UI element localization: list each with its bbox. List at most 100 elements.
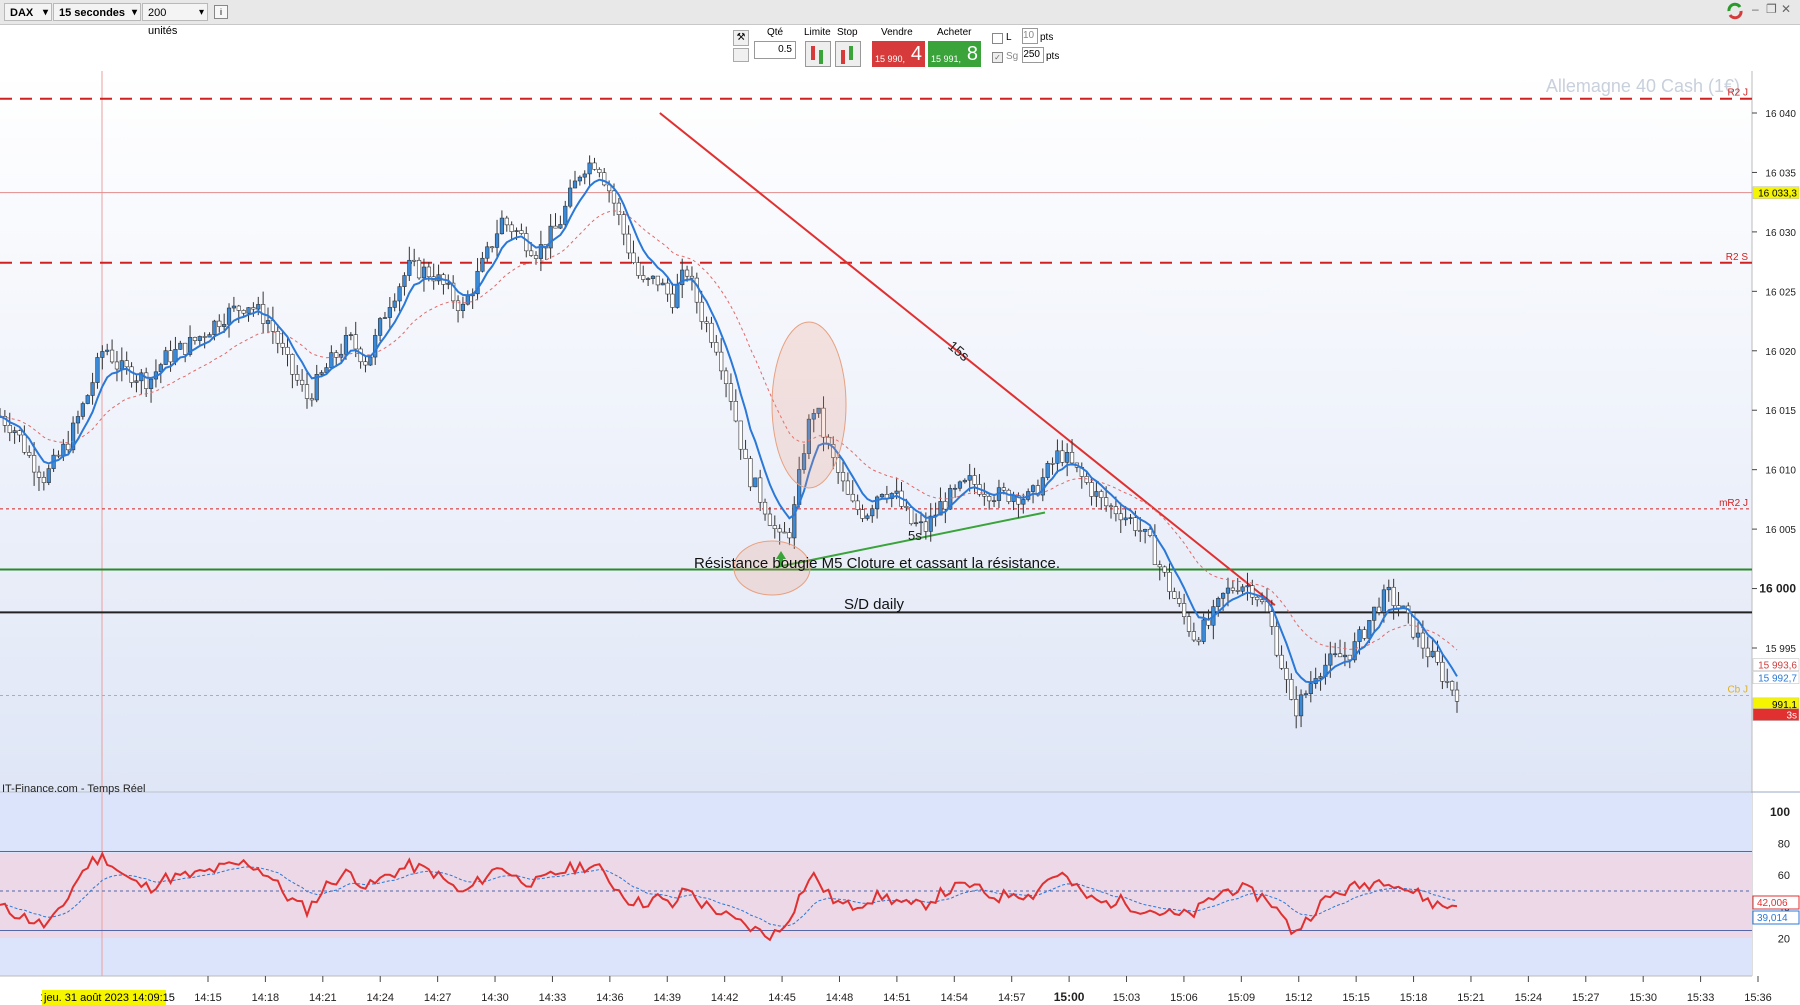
stop-order-button[interactable]: [835, 41, 861, 67]
close-icon[interactable]: ✕: [1781, 2, 1793, 20]
candle-body: [1274, 626, 1279, 656]
candle-body: [514, 230, 519, 232]
candle-body: [602, 172, 607, 186]
candle-body: [217, 320, 222, 327]
qty-input[interactable]: 0.5: [754, 41, 796, 59]
info-icon[interactable]: i: [214, 5, 228, 19]
time-tick-label: 15:00: [1054, 990, 1085, 1004]
candle-body: [246, 307, 251, 314]
candle-body: [32, 455, 37, 473]
candle-body: [758, 477, 763, 503]
price-tick-label: 16 035: [1765, 168, 1796, 179]
candle-body: [689, 275, 695, 279]
time-tick-label: 15:18: [1400, 992, 1428, 1004]
keyboard-icon[interactable]: [733, 48, 749, 62]
time-tick-label: 14:24: [366, 992, 394, 1004]
candle-body: [1162, 566, 1167, 573]
candle-body: [494, 233, 500, 248]
prorealtime-logo-icon[interactable]: [1726, 2, 1744, 20]
time-tick-label: 15:12: [1285, 992, 1313, 1004]
candle-body: [845, 480, 850, 495]
candle-body: [129, 366, 134, 383]
candle-body: [368, 356, 373, 366]
buy-label: Acheter: [937, 27, 972, 38]
price-tag-0: 16 033,3: [1758, 189, 1797, 200]
y-axis-background: [1752, 71, 1800, 976]
time-tick-label: 14:54: [941, 992, 969, 1004]
candle-body: [650, 275, 656, 279]
candle-body: [231, 305, 236, 309]
time-tick-label: 14:36: [596, 992, 624, 1004]
candle-body: [1298, 694, 1304, 717]
candle-body: [1123, 517, 1128, 521]
minimize-icon[interactable]: ‒: [1752, 2, 1764, 20]
candle-body: [855, 500, 860, 510]
candle-body: [684, 269, 690, 277]
restore-icon[interactable]: ❐: [1766, 2, 1778, 20]
candle-body: [1060, 450, 1065, 463]
time-tick-label: 15:03: [1113, 992, 1141, 1004]
candle-body: [1303, 693, 1309, 696]
candle-body: [504, 217, 509, 226]
time-tick-label: 15:21: [1457, 992, 1485, 1004]
candle-body: [626, 233, 631, 254]
candle-body: [1186, 616, 1192, 632]
osc-tick-label: 100: [1770, 805, 1790, 819]
candle-body: [353, 334, 358, 350]
sell-button[interactable]: 15 990, 4: [872, 41, 925, 67]
candle-body: [402, 275, 407, 287]
candle-body: [1006, 489, 1011, 502]
candle-body: [397, 286, 402, 302]
pts-input-2[interactable]: 250: [1022, 47, 1044, 63]
candle-body: [358, 348, 363, 363]
candle-body: [641, 275, 646, 280]
time-tick-label: 15:33: [1687, 992, 1715, 1004]
candle-body: [90, 382, 95, 396]
candle-body: [148, 378, 154, 389]
order-panel: ⚒ Qté 0.5 Limite Stop Vendre 15 990, 4 A…: [730, 24, 1070, 70]
candle-body: [665, 282, 670, 295]
symbol-select[interactable]: DAX: [4, 3, 52, 22]
sell-price-small: 15 990,: [875, 54, 906, 64]
time-tick-label: 15:30: [1629, 992, 1657, 1004]
candle-body: [1094, 491, 1099, 497]
candle-body: [1250, 585, 1255, 598]
buy-price-big: 8: [966, 43, 978, 65]
wrench-icon[interactable]: ⚒: [733, 30, 749, 46]
candle-body: [163, 350, 168, 365]
units-select[interactable]: 200 unités: [142, 3, 208, 37]
buy-button[interactable]: 15 991, 8: [928, 41, 981, 67]
candle-body: [1435, 650, 1440, 663]
sg-checkbox[interactable]: ✓: [992, 52, 1003, 63]
candle-body: [17, 430, 22, 436]
candle-body: [645, 278, 651, 280]
annotation-sd-daily: S/D daily: [844, 596, 905, 613]
candle-body: [1040, 477, 1045, 496]
candle-body: [280, 342, 285, 348]
pts-label-2: pts: [1046, 51, 1060, 62]
candle-body: [952, 487, 958, 490]
time-tick-label: 14:15: [194, 992, 222, 1004]
sg-label: Sg: [1006, 51, 1019, 62]
price-tag-2: 15 992,7: [1758, 674, 1797, 685]
candle-body: [714, 342, 719, 353]
candle-body: [105, 349, 110, 352]
candle-body: [1069, 452, 1075, 464]
oscillator-value-2: 39,014: [1757, 913, 1788, 924]
price-tick-label: 16 030: [1765, 228, 1796, 239]
candle-body: [1367, 620, 1372, 639]
interval-select[interactable]: 15 secondes: [53, 3, 141, 22]
candle-body: [987, 496, 992, 502]
price-chart[interactable]: Allemagne 40 Cash (1€) R2 J R2 S mR2 J Cb J…: [0, 70, 1800, 1005]
pts-input-1[interactable]: 10: [1022, 28, 1038, 44]
price-tick-label: 16 015: [1765, 406, 1796, 417]
candle-body: [636, 262, 641, 276]
candle-body: [85, 395, 90, 404]
candle-body: [577, 176, 582, 182]
l-checkbox[interactable]: [992, 33, 1003, 44]
limit-order-button[interactable]: [805, 41, 831, 67]
candle-body: [914, 522, 919, 525]
candle-body: [1216, 598, 1221, 607]
candle-body: [904, 506, 909, 508]
candle-body: [61, 443, 66, 457]
